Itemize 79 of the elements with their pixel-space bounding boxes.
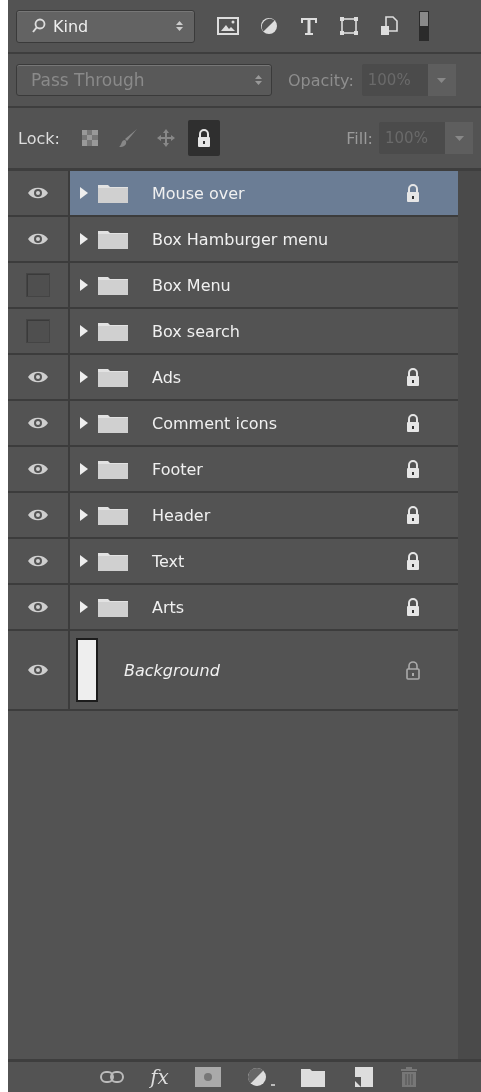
layer-style-button[interactable]: fx xyxy=(150,1065,169,1089)
smart-object-filter-icon[interactable] xyxy=(379,16,399,36)
adjustment-filter-icon[interactable] xyxy=(259,16,279,36)
layer-row[interactable]: Header xyxy=(70,493,458,537)
eye-icon[interactable] xyxy=(27,508,49,522)
eye-icon[interactable] xyxy=(27,663,49,677)
shape-filter-icon[interactable] xyxy=(339,16,359,36)
folder-icon xyxy=(98,459,128,479)
move-arrows-icon xyxy=(155,128,176,148)
layer-row[interactable]: Footer xyxy=(70,447,458,491)
folder-icon xyxy=(98,321,128,341)
layer-row[interactable]: Box Hamburger menu xyxy=(70,217,458,261)
expand-arrow-icon[interactable] xyxy=(80,463,88,475)
eye-icon[interactable] xyxy=(27,232,49,246)
layer-name: Box Hamburger menu xyxy=(152,229,330,249)
layer-row[interactable]: Mouse over xyxy=(70,171,458,215)
filter-label: Kind xyxy=(53,16,90,36)
folder-icon xyxy=(98,275,128,295)
visibility-toggle[interactable] xyxy=(26,319,50,343)
folder-icon xyxy=(98,367,128,387)
filter-toggle-icon[interactable] xyxy=(419,11,429,41)
layer-name: Comment icons xyxy=(152,413,278,433)
search-icon xyxy=(31,18,47,34)
visibility-toggle[interactable] xyxy=(26,273,50,297)
layer-thumbnail xyxy=(76,638,98,702)
layer-name: Box Menu xyxy=(152,275,232,295)
layer-name: Text xyxy=(152,551,186,571)
layer-row[interactable]: Box Menu xyxy=(70,263,458,307)
folder-icon xyxy=(98,505,128,525)
layer-name: Header xyxy=(152,505,212,525)
expand-arrow-icon[interactable] xyxy=(80,417,88,429)
checkerboard-icon xyxy=(79,128,100,148)
expand-arrow-icon[interactable] xyxy=(80,555,88,567)
folder-icon xyxy=(98,183,128,203)
fill-label: Fill: xyxy=(346,128,373,148)
layer-row[interactable]: Box search xyxy=(70,309,458,353)
layer-name: Mouse over xyxy=(152,183,246,203)
expand-arrow-icon[interactable] xyxy=(80,233,88,245)
layer-row[interactable]: Arts xyxy=(70,585,458,629)
updown-caret-icon xyxy=(175,20,184,32)
eye-icon[interactable] xyxy=(27,600,49,614)
expand-arrow-icon[interactable] xyxy=(80,509,88,521)
folder-icon xyxy=(98,597,128,617)
expand-arrow-icon[interactable] xyxy=(80,601,88,613)
lock-all-button[interactable] xyxy=(187,120,220,156)
layer-row[interactable]: Background xyxy=(70,631,458,709)
expand-arrow-icon[interactable] xyxy=(80,371,88,383)
eye-icon[interactable] xyxy=(27,416,49,430)
layer-row[interactable]: Ads xyxy=(70,355,458,399)
image-filter-icon[interactable] xyxy=(217,17,239,35)
eye-icon[interactable] xyxy=(27,370,49,384)
folder-icon xyxy=(98,551,128,571)
folder-icon xyxy=(98,413,128,433)
folder-icon[interactable] xyxy=(300,1067,325,1087)
layer-row[interactable]: Text xyxy=(70,539,458,583)
adjustment-layer-icon[interactable] xyxy=(246,1067,275,1087)
layer-row[interactable]: Comment icons xyxy=(70,401,458,445)
eye-icon[interactable] xyxy=(27,186,49,200)
expand-arrow-icon[interactable] xyxy=(80,279,88,291)
lock-icon xyxy=(195,128,212,148)
opacity-label: Opacity: xyxy=(288,70,354,90)
expand-arrow-icon[interactable] xyxy=(80,187,88,199)
mask-icon[interactable] xyxy=(194,1067,221,1087)
link-icon[interactable] xyxy=(100,1070,125,1084)
layer-name: Arts xyxy=(152,597,186,617)
lock-label: Lock: xyxy=(18,128,60,148)
filter-dropdown[interactable]: Kind xyxy=(16,9,195,43)
layer-name: Ads xyxy=(152,367,183,387)
eye-icon[interactable] xyxy=(27,462,49,476)
type-filter-icon[interactable] xyxy=(299,16,319,36)
layer-name: Footer xyxy=(152,459,204,479)
updown-caret-icon xyxy=(254,74,263,86)
brush-icon xyxy=(117,128,138,148)
expand-arrow-icon[interactable] xyxy=(80,325,88,337)
layer-name: Background xyxy=(124,660,221,680)
eye-icon[interactable] xyxy=(27,554,49,568)
scrollbar[interactable] xyxy=(458,171,481,1059)
layer-name: Box search xyxy=(152,321,241,341)
folder-icon xyxy=(98,229,128,249)
